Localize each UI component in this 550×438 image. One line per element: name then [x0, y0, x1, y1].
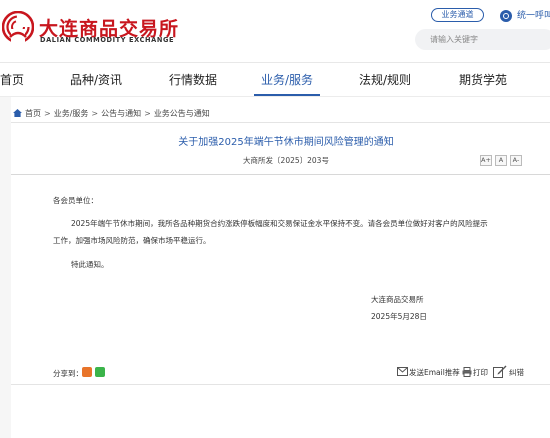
logo-en-text[interactable]: DALIAN COMMODITY EXCHANGE [40, 36, 174, 44]
edit-icon[interactable] [493, 365, 507, 378]
site-header: 大连商品交易所 DALIAN COMMODITY EXCHANGE 业务通道 统… [0, 0, 550, 62]
nav-products-news[interactable]: 品种/资讯 [70, 63, 122, 98]
publish-date: 2025年5月28日 [371, 312, 427, 321]
nav-academy[interactable]: 期货学苑 [459, 63, 507, 98]
breadcrumb-separator: > [91, 109, 99, 118]
paragraph-line-2: 工作，加强市场风险防范，确保市场平稳运行。 [53, 236, 211, 245]
paragraph-line-1: 2025年端午节休市期间，我所各品种期货合约涨跌停板幅度和交易保证金水平保持不变… [71, 219, 488, 228]
font-decrease-button[interactable]: A- [510, 155, 522, 166]
email-icon[interactable] [397, 367, 408, 376]
unified-login-link[interactable]: 统一呼叫 [500, 8, 550, 22]
weibo-share-icon[interactable] [82, 367, 92, 377]
search-input[interactable] [415, 29, 550, 50]
main-nav: 首页 品种/资讯 行情数据 业务/服务 法规/规则 期货学苑 [0, 62, 550, 97]
unified-login-label: 统一呼叫 [517, 11, 550, 21]
home-icon [13, 109, 22, 117]
breadcrumb-business-notices[interactable]: 业务公告与通知 [154, 109, 210, 118]
salutation: 各会员单位： [53, 196, 98, 205]
email-recommend-link[interactable]: 发送Email推荐 [409, 367, 460, 378]
print-link[interactable]: 打印 [473, 367, 488, 378]
nav-home[interactable]: 首页 [0, 63, 24, 98]
print-icon[interactable] [462, 367, 472, 377]
breadcrumb-separator: > [44, 109, 51, 118]
nav-business-services[interactable]: 业务/服务 [261, 63, 313, 98]
closing-text: 特此通知。 [71, 260, 109, 269]
dce-logo-icon[interactable] [2, 11, 34, 43]
breadcrumb-notices[interactable]: 公告与通知 [101, 109, 141, 118]
breadcrumb: 首页 > 业务/服务 > 公告与通知 > 业务公告与通知 [13, 108, 210, 119]
font-increase-button[interactable]: A+ [480, 155, 492, 166]
headset-icon [500, 9, 512, 22]
article-title: 关于加强2025年端午节休市期间风险管理的通知 [178, 137, 394, 148]
breadcrumb-business[interactable]: 业务/服务 [54, 109, 89, 118]
signer: 大连商品交易所 [371, 295, 424, 304]
document-number: 大商所发〔2025〕203号 [243, 156, 329, 165]
footer-divider [11, 384, 550, 385]
breadcrumb-separator: > [144, 109, 151, 118]
breadcrumb-divider [11, 122, 550, 123]
business-channel-button[interactable]: 业务通道 [431, 8, 484, 22]
nav-market-data[interactable]: 行情数据 [169, 63, 217, 98]
error-report-link[interactable]: 纠错 [509, 367, 524, 378]
title-divider [11, 174, 550, 175]
font-default-button[interactable]: A [495, 155, 507, 166]
breadcrumb-home[interactable]: 首页 [25, 109, 41, 118]
share-label: 分享到： [53, 369, 83, 378]
nav-rules[interactable]: 法规/规则 [359, 63, 411, 98]
wechat-share-icon[interactable] [95, 367, 105, 377]
